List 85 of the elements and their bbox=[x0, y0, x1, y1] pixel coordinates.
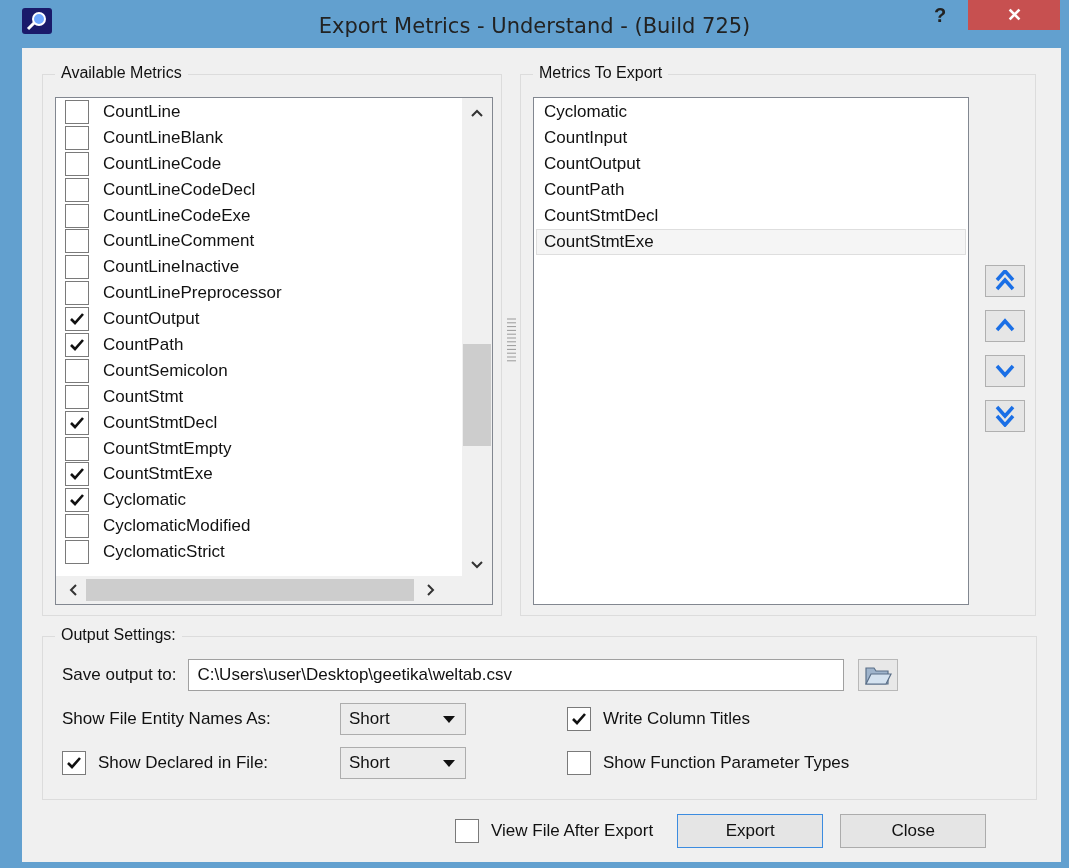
metric-label: CountLineComment bbox=[103, 231, 255, 252]
double-down-chevron-icon bbox=[993, 405, 1017, 427]
splitter-handle[interactable] bbox=[506, 317, 516, 363]
metric-label: CountLineInactive bbox=[103, 257, 240, 278]
declared-in-file-dropdown[interactable]: Short bbox=[340, 747, 466, 779]
checkbox-label: View File After Export bbox=[491, 821, 654, 841]
metric-label: CountOutput bbox=[103, 309, 200, 330]
move-down-button[interactable] bbox=[985, 355, 1025, 387]
group-title: Metrics To Export bbox=[533, 64, 669, 82]
checkbox[interactable] bbox=[65, 488, 89, 513]
checkbox-label: Write Column Titles bbox=[603, 709, 751, 729]
vertical-scrollbar[interactable] bbox=[462, 98, 492, 576]
output-path-field[interactable]: C:\Users\user\Desktop\geetika\weltab.csv bbox=[188, 659, 845, 691]
metric-label: CountStmtDecl bbox=[103, 412, 218, 433]
checkbox[interactable] bbox=[567, 707, 591, 731]
dropdown-arrow-icon bbox=[443, 759, 455, 767]
move-up-button[interactable] bbox=[985, 310, 1025, 342]
checkbox[interactable] bbox=[65, 255, 89, 280]
metric-label: CountPath bbox=[103, 334, 184, 355]
checkbox[interactable] bbox=[65, 151, 89, 176]
scrollbar-thumb[interactable] bbox=[463, 344, 491, 446]
metric-label: CountStmtExe bbox=[103, 464, 213, 485]
checkbox[interactable] bbox=[65, 436, 89, 461]
export-list-item[interactable]: Cyclomatic bbox=[536, 99, 966, 125]
horizontal-scrollbar[interactable] bbox=[56, 576, 462, 604]
checkmark-icon bbox=[69, 493, 85, 508]
checkbox[interactable] bbox=[65, 514, 89, 539]
checkbox[interactable] bbox=[65, 307, 89, 332]
magnifier-app-icon bbox=[22, 8, 52, 34]
close-button[interactable]: Close bbox=[840, 814, 987, 848]
metric-label: CountStmt bbox=[103, 386, 184, 407]
checkbox[interactable] bbox=[65, 462, 89, 487]
field-label: Show File Entity Names As: bbox=[62, 709, 271, 729]
checkbox[interactable] bbox=[65, 177, 89, 202]
metric-label: CountLinePreprocessor bbox=[103, 283, 282, 304]
scrollbar-thumb[interactable] bbox=[86, 579, 414, 601]
metric-label: Cyclomatic bbox=[103, 490, 187, 511]
field-label: Save output to: bbox=[62, 665, 177, 685]
checkbox[interactable] bbox=[65, 384, 89, 409]
checkbox[interactable] bbox=[65, 332, 89, 357]
metric-label: CyclomaticStrict bbox=[103, 542, 225, 563]
export-button[interactable]: Export bbox=[677, 814, 824, 848]
close-button[interactable]: ✕ bbox=[968, 0, 1060, 30]
folder-icon bbox=[864, 664, 893, 686]
checkmark-icon bbox=[69, 337, 85, 352]
entity-names-dropdown[interactable]: Short bbox=[340, 703, 466, 735]
checkmark-icon bbox=[69, 312, 85, 327]
checkbox[interactable] bbox=[65, 358, 89, 383]
export-list-item[interactable]: CountOutput bbox=[536, 151, 966, 177]
browse-button[interactable] bbox=[858, 659, 899, 691]
checkmark-icon bbox=[571, 712, 587, 726]
metric-label: CountLineCodeExe bbox=[103, 205, 251, 226]
checkbox[interactable] bbox=[455, 819, 479, 843]
checkmark-icon bbox=[69, 415, 85, 430]
help-button[interactable]: ? bbox=[934, 4, 947, 27]
checkbox[interactable] bbox=[567, 751, 591, 775]
metric-label: CountLineBlank bbox=[103, 127, 224, 148]
checkbox[interactable] bbox=[65, 203, 89, 228]
export-list-item[interactable]: CountPath bbox=[536, 177, 966, 203]
export-list-item[interactable]: CountStmtDecl bbox=[536, 203, 966, 229]
checkbox[interactable] bbox=[62, 751, 86, 775]
metric-label: CountLine bbox=[103, 101, 181, 122]
move-to-bottom-button[interactable] bbox=[985, 400, 1025, 432]
export-list-item[interactable]: CountInput bbox=[536, 125, 966, 151]
metric-label: CountLineCode bbox=[103, 153, 222, 174]
checkmark-icon bbox=[69, 467, 85, 482]
export-list-item[interactable]: CountStmtExe bbox=[536, 229, 966, 255]
checkbox[interactable] bbox=[65, 125, 89, 150]
checkbox[interactable] bbox=[65, 281, 89, 306]
group-title: Output Settings: bbox=[55, 626, 182, 644]
move-to-top-button[interactable] bbox=[985, 265, 1025, 297]
checkbox[interactable] bbox=[65, 99, 89, 124]
checkbox[interactable] bbox=[65, 410, 89, 435]
window-title: Export Metrics - Understand - (Build 725) bbox=[318, 14, 751, 38]
metric-label: CountLineCodeDecl bbox=[103, 179, 256, 200]
checkbox-label: Show Declared in File: bbox=[98, 753, 269, 773]
metric-label: CountSemicolon bbox=[103, 360, 228, 381]
metric-label: CyclomaticModified bbox=[103, 516, 251, 537]
checkbox[interactable] bbox=[65, 540, 89, 565]
double-up-chevron-icon bbox=[993, 270, 1017, 292]
metric-label: CountStmtEmpty bbox=[103, 438, 232, 459]
checkbox-label: Show Function Parameter Types bbox=[603, 753, 850, 773]
dropdown-arrow-icon bbox=[443, 715, 455, 723]
checkbox[interactable] bbox=[65, 229, 89, 254]
checkmark-icon bbox=[66, 756, 82, 770]
